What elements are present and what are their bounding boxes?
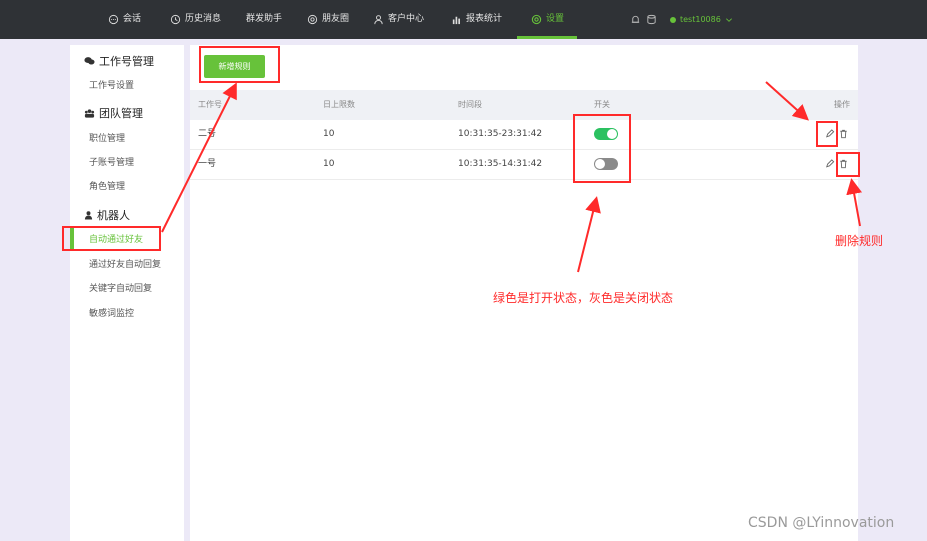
- nav-label-reports: 报表统计: [466, 14, 503, 24]
- wechat-icon: [84, 57, 95, 65]
- team-icon: [84, 109, 95, 118]
- annotation-box-delete: [836, 152, 860, 177]
- bar-chart-icon: [452, 16, 460, 25]
- nav-label-broadcast: 群发助手: [246, 14, 283, 24]
- table-row: 二号 10 10:31:35-23:31:42: [190, 120, 858, 150]
- table-header: 工作号 日上限数 时间段 开关 操作: [190, 90, 858, 120]
- annotation-box-switches: [573, 114, 631, 183]
- nav-label-chat: 会话: [123, 14, 142, 24]
- cell-account: 二号: [198, 129, 217, 139]
- nav-item-reports[interactable]: 报表统计: [451, 0, 502, 39]
- nav-label-customers: 客户中心: [388, 14, 425, 24]
- cell-limit: 10: [323, 129, 335, 139]
- sidebar-group-team: 团队管理: [84, 105, 143, 121]
- annotation-delete-note: 删除规则: [835, 234, 884, 248]
- sidebar-item-subaccounts[interactable]: 子账号管理: [89, 155, 134, 168]
- cell-period: 10:31:35-23:31:42: [458, 129, 543, 139]
- sidebar-group-robot: 机器人: [84, 207, 130, 223]
- sidebar-item-roles[interactable]: 角色管理: [89, 179, 125, 192]
- nav-item-history[interactable]: 历史消息: [170, 0, 221, 39]
- sidebar-group-accounts: 工作号管理: [84, 53, 154, 69]
- sidebar-item-sensitive-words[interactable]: 敏感词监控: [89, 306, 134, 319]
- aperture-icon: [307, 14, 318, 25]
- annotation-box-sidebar-item: [62, 226, 161, 251]
- chevron-down-icon: [725, 17, 732, 22]
- sidebar-group-title: 机器人: [97, 209, 130, 222]
- column-header-limit: 日上限数: [323, 100, 355, 109]
- column-header-period: 时间段: [458, 100, 482, 109]
- cell-period: 10:31:35-14:31:42: [458, 159, 543, 169]
- storage-button[interactable]: [646, 0, 657, 39]
- nav-item-broadcast[interactable]: 群发助手: [246, 0, 282, 39]
- user-menu[interactable]: test10086: [670, 0, 733, 39]
- cell-account: 一号: [198, 159, 217, 169]
- column-header-actions: 操作: [834, 100, 850, 109]
- username: test10086: [680, 15, 721, 24]
- chat-bubble-icon: [108, 14, 119, 25]
- user-status-icon: [670, 16, 676, 23]
- sidebar-item-friend-auto-reply[interactable]: 通过好友自动回复: [89, 257, 161, 270]
- nav-label-moments: 朋友圈: [322, 14, 350, 24]
- sidebar: 工作号管理 工作号设置 团队管理 职位管理 子账号管理 角色管理 机器人 自动通…: [70, 45, 184, 541]
- clock-icon: [170, 14, 181, 25]
- nav-item-settings[interactable]: 设置: [531, 0, 564, 39]
- nav-item-chat[interactable]: 会话: [108, 0, 141, 39]
- watermark: CSDN @LYinnovation: [748, 515, 895, 531]
- sidebar-item-account-settings[interactable]: 工作号设置: [89, 78, 134, 91]
- nav-label-settings: 设置: [546, 14, 565, 24]
- sidebar-item-positions[interactable]: 职位管理: [89, 131, 125, 144]
- sidebar-group-title: 团队管理: [99, 107, 143, 120]
- column-header-account: 工作号: [198, 100, 222, 109]
- nav-item-moments[interactable]: 朋友圈: [307, 0, 349, 39]
- robot-icon: [84, 211, 93, 220]
- person-icon: [374, 15, 383, 25]
- sidebar-group-title: 工作号管理: [99, 55, 154, 68]
- annotation-box-add-button: [199, 46, 280, 83]
- nav-item-customers[interactable]: 客户中心: [373, 0, 424, 39]
- edit-pencil-icon[interactable]: [824, 158, 835, 170]
- nav-label-history: 历史消息: [185, 14, 222, 24]
- annotation-box-edit: [816, 121, 838, 147]
- annotation-switch-note: 绿色是打开状态，灰色是关闭状态: [493, 291, 674, 305]
- gear-icon: [531, 14, 542, 25]
- notification-bell-button[interactable]: [630, 0, 641, 39]
- cell-limit: 10: [323, 159, 335, 169]
- top-navbar: 会话 历史消息 群发助手 朋友圈 客户中心 报表统计 设置 test10086: [0, 0, 927, 39]
- sidebar-item-keyword-auto-reply[interactable]: 关键字自动回复: [89, 281, 152, 294]
- bell-icon: [631, 15, 640, 23]
- database-icon: [647, 14, 656, 25]
- trash-icon[interactable]: [838, 128, 849, 140]
- table-row: 一号 10 10:31:35-14:31:42: [190, 150, 858, 180]
